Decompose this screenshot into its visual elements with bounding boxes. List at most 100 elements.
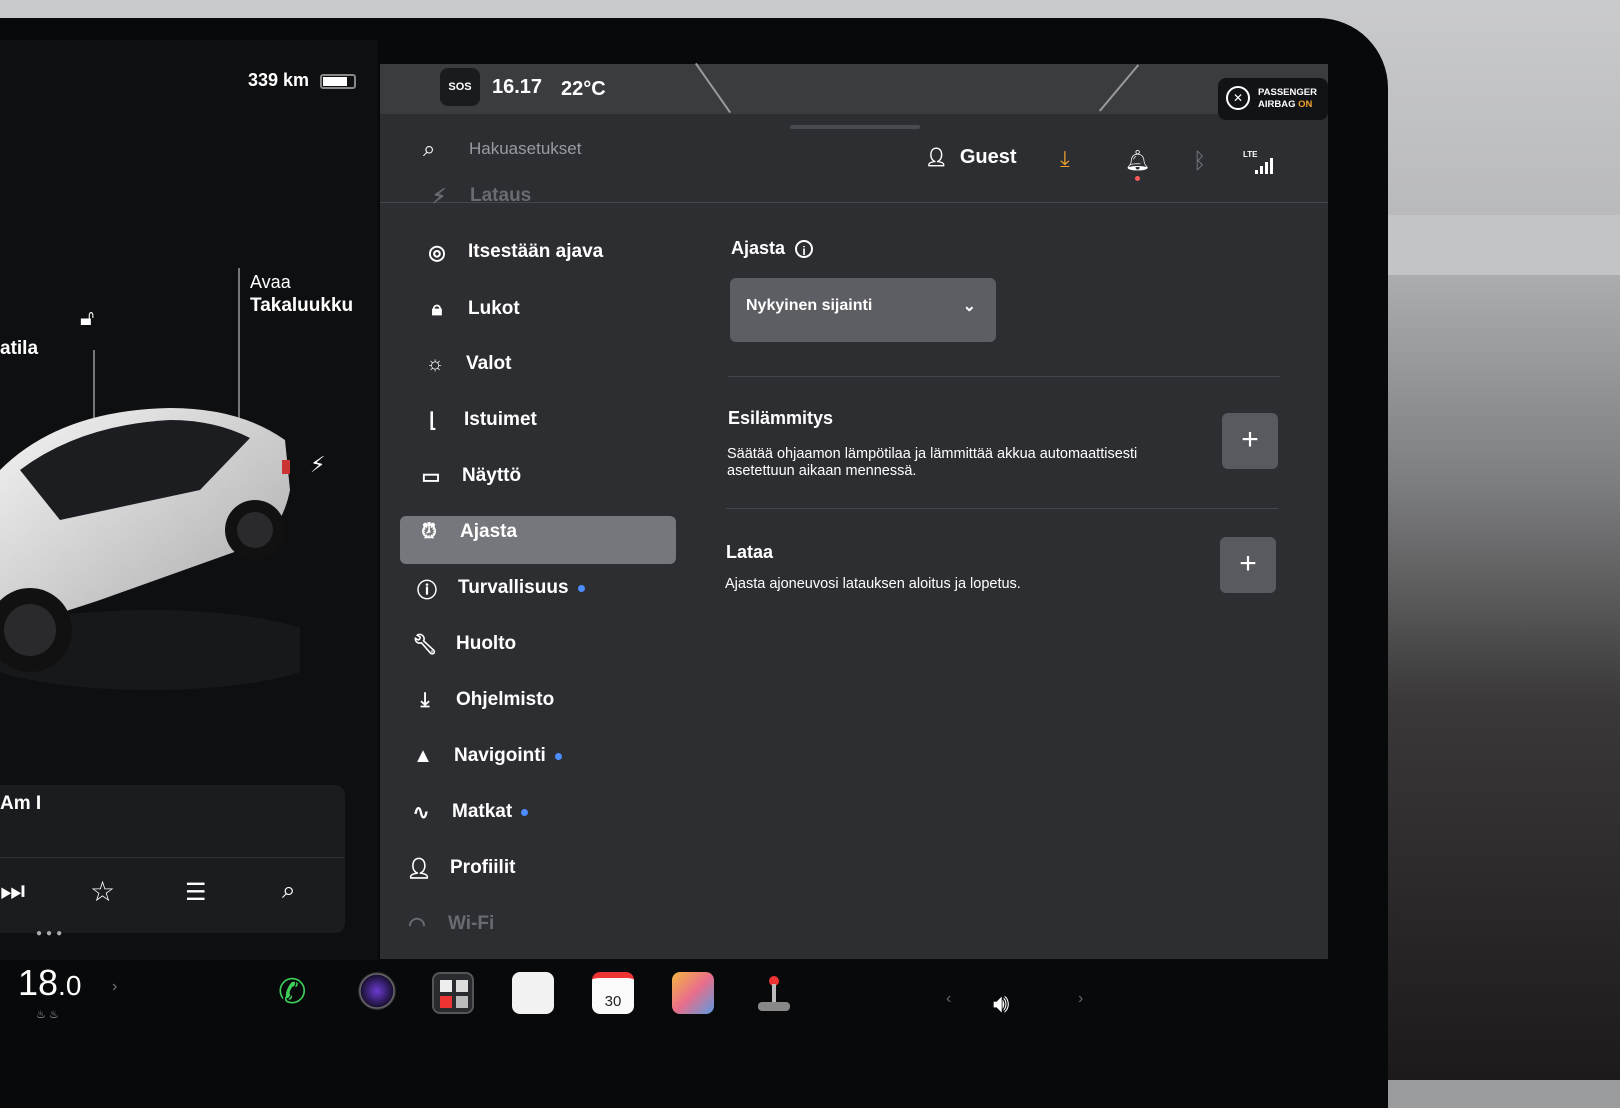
temp-whole: 18: [18, 962, 59, 1003]
charge-icon: ⚡︎: [431, 185, 447, 208]
sidebar-item-3[interactable]: ☼ Valot: [422, 340, 512, 388]
add-preheat-button[interactable]: +: [1222, 413, 1278, 469]
sidebar-item-label: Lataus: [470, 185, 532, 206]
joystick-icon[interactable]: [752, 972, 794, 1014]
wifi-icon: ◠: [408, 913, 426, 936]
new-indicator-dot: [554, 752, 562, 760]
notes-icon[interactable]: [512, 972, 554, 1014]
music-player: Am I ⏭︎ ☆ ☰ ⌕: [0, 785, 345, 933]
car-label-frunk[interactable]: atila: [0, 338, 38, 360]
sidebar-item-10[interactable]: ▲ Navigointi: [410, 732, 562, 780]
notification-dot: [1135, 176, 1140, 181]
sidebar-item-label: Profiilit: [450, 857, 516, 878]
range-readout: 339 km: [248, 70, 310, 90]
calendar-icon[interactable]: 30: [592, 972, 634, 1014]
car-model-image[interactable]: [0, 400, 300, 700]
label-line: [238, 268, 240, 418]
person-icon: 👤︎: [925, 147, 948, 167]
toybox-icon[interactable]: [672, 972, 714, 1014]
sidebar-item-8[interactable]: 🔧︎ Huolto: [412, 620, 516, 668]
new-indicator-dot: [521, 808, 529, 816]
volume-down-chevron-icon[interactable]: ‹: [946, 990, 951, 1008]
app-launcher-icon[interactable]: [432, 972, 474, 1014]
add-charge-schedule-button[interactable]: +: [1220, 537, 1276, 593]
sidebar-item-6[interactable]: ⏰︎ Ajasta: [416, 508, 517, 556]
clock: 16.17: [492, 76, 543, 98]
sidebar-item-4[interactable]: ⌊ Istuimet: [420, 396, 537, 444]
lock-icon: 🔒︎: [431, 297, 443, 320]
info-icon[interactable]: i: [795, 240, 814, 259]
outside-temperature: 22°C: [561, 78, 606, 100]
charge-title: Lataa: [726, 542, 774, 562]
sidebar-item-2[interactable]: 🔒︎ Lukot: [424, 285, 520, 333]
airbag-icon: ✕: [1226, 86, 1250, 110]
preheat-title: Esilämmitys: [728, 408, 834, 428]
display-icon: ▭: [421, 465, 441, 488]
drag-handle[interactable]: [790, 125, 920, 129]
skip-icon[interactable]: ⏭︎: [0, 875, 25, 908]
navigation-icon: ▲: [413, 744, 433, 767]
sidebar-item-label: Näyttö: [462, 465, 522, 486]
steering-wheel-icon: ◎: [428, 241, 446, 264]
search-icon[interactable]: ⌕: [282, 877, 295, 905]
sidebar-item-11[interactable]: ∿ Matkat: [408, 788, 529, 836]
section-divider: [726, 508, 1278, 509]
sidebar-item-label: Istuimet: [464, 409, 537, 430]
sidebar-item-label: Ohjelmisto: [456, 689, 555, 710]
temp-decimal: .0: [58, 970, 82, 1001]
sidebar-item-label: Matkat: [452, 801, 513, 822]
sidebar-item-label: Wi-Fi: [448, 913, 495, 934]
schedule-title-text: Ajasta: [731, 238, 786, 258]
schedule-section-title: Ajasta i: [731, 238, 814, 259]
user-name: Guest: [959, 146, 1017, 168]
battery-icon: [320, 74, 356, 89]
page-dots: ●●●: [36, 928, 67, 939]
airbag-label: PASSENGER: [1258, 87, 1317, 98]
sidebar-item-5[interactable]: ▭ Näyttö: [418, 452, 522, 500]
phone-icon[interactable]: ✆: [278, 972, 320, 1014]
software-update-icon[interactable]: ⤓: [1060, 146, 1070, 172]
user-profile-button[interactable]: 👤︎ Guest: [925, 146, 1017, 169]
bell-icon[interactable]: 🔔︎: [1125, 148, 1150, 173]
car-label-trunk[interactable]: Avaa Takaluukku: [250, 270, 353, 318]
seat-heater-icon[interactable]: ♨ ♨: [36, 1008, 59, 1021]
cabin-temperature[interactable]: 18.0: [18, 962, 81, 1004]
sidebar-item-1[interactable]: ◎ Itsestään ajava: [424, 228, 603, 276]
chevron-down-icon: ⌄: [962, 298, 976, 315]
bluetooth-icon[interactable]: ᛒ: [1193, 148, 1206, 174]
charge-port-icon[interactable]: ⚡︎: [310, 452, 325, 478]
star-icon[interactable]: ☆: [90, 875, 115, 908]
sidebar-item-7[interactable]: ⓘ Turvallisuus: [414, 564, 585, 612]
calendar-day: 30: [604, 993, 622, 1010]
door-unlock-icon[interactable]: 🔓︎: [80, 305, 94, 331]
settings-search-input[interactable]: [467, 138, 771, 160]
background-shelf: [1380, 215, 1620, 275]
trunk-label-line2: Takaluukku: [250, 295, 354, 316]
sidebar-item-label: Ajasta: [460, 521, 518, 542]
profile-icon: 👤︎: [406, 857, 432, 880]
volume-up-chevron-icon[interactable]: ›: [1078, 990, 1083, 1008]
sidebar-item-label: Valot: [466, 353, 512, 374]
music-divider: [0, 857, 345, 858]
sos-button[interactable]: SOS: [440, 68, 480, 106]
seat-icon: ⌊: [429, 409, 437, 432]
preheat-description: Säätää ohjaamon lämpötilaa ja lämmittää …: [727, 446, 1137, 480]
camera-icon[interactable]: [358, 972, 396, 1010]
sidebar-item-12[interactable]: 👤︎ Profiilit: [406, 844, 515, 892]
temp-chevron-icon[interactable]: ›: [112, 978, 117, 996]
new-indicator-dot: [577, 584, 585, 592]
equalizer-icon[interactable]: ☰: [185, 878, 207, 907]
preheat-desc-line1: Säätää ohjaamon lämpötilaa ja lämmittää …: [727, 446, 1138, 462]
sidebar-item-label: Itsestään ajava: [468, 241, 604, 262]
sidebar-item-9[interactable]: ⤓ Ohjelmisto: [412, 676, 555, 724]
alarm-clock-icon: ⏰︎: [421, 520, 437, 543]
sidebar-item-0[interactable]: ⚡︎ Lataus: [426, 172, 531, 220]
sidebar-item-label: Turvallisuus: [458, 577, 569, 598]
sidebar-item-13[interactable]: ◠ Wi-Fi: [404, 900, 494, 948]
song-title: Am I: [0, 793, 42, 814]
location-selected-value: Nykyinen sijainti: [746, 297, 873, 314]
location-dropdown[interactable]: Nykyinen sijainti ⌄: [730, 278, 996, 342]
section-divider: [728, 376, 1280, 377]
trips-icon: ∿: [412, 801, 430, 824]
volume-icon[interactable]: 🔊︎: [993, 988, 1009, 1020]
